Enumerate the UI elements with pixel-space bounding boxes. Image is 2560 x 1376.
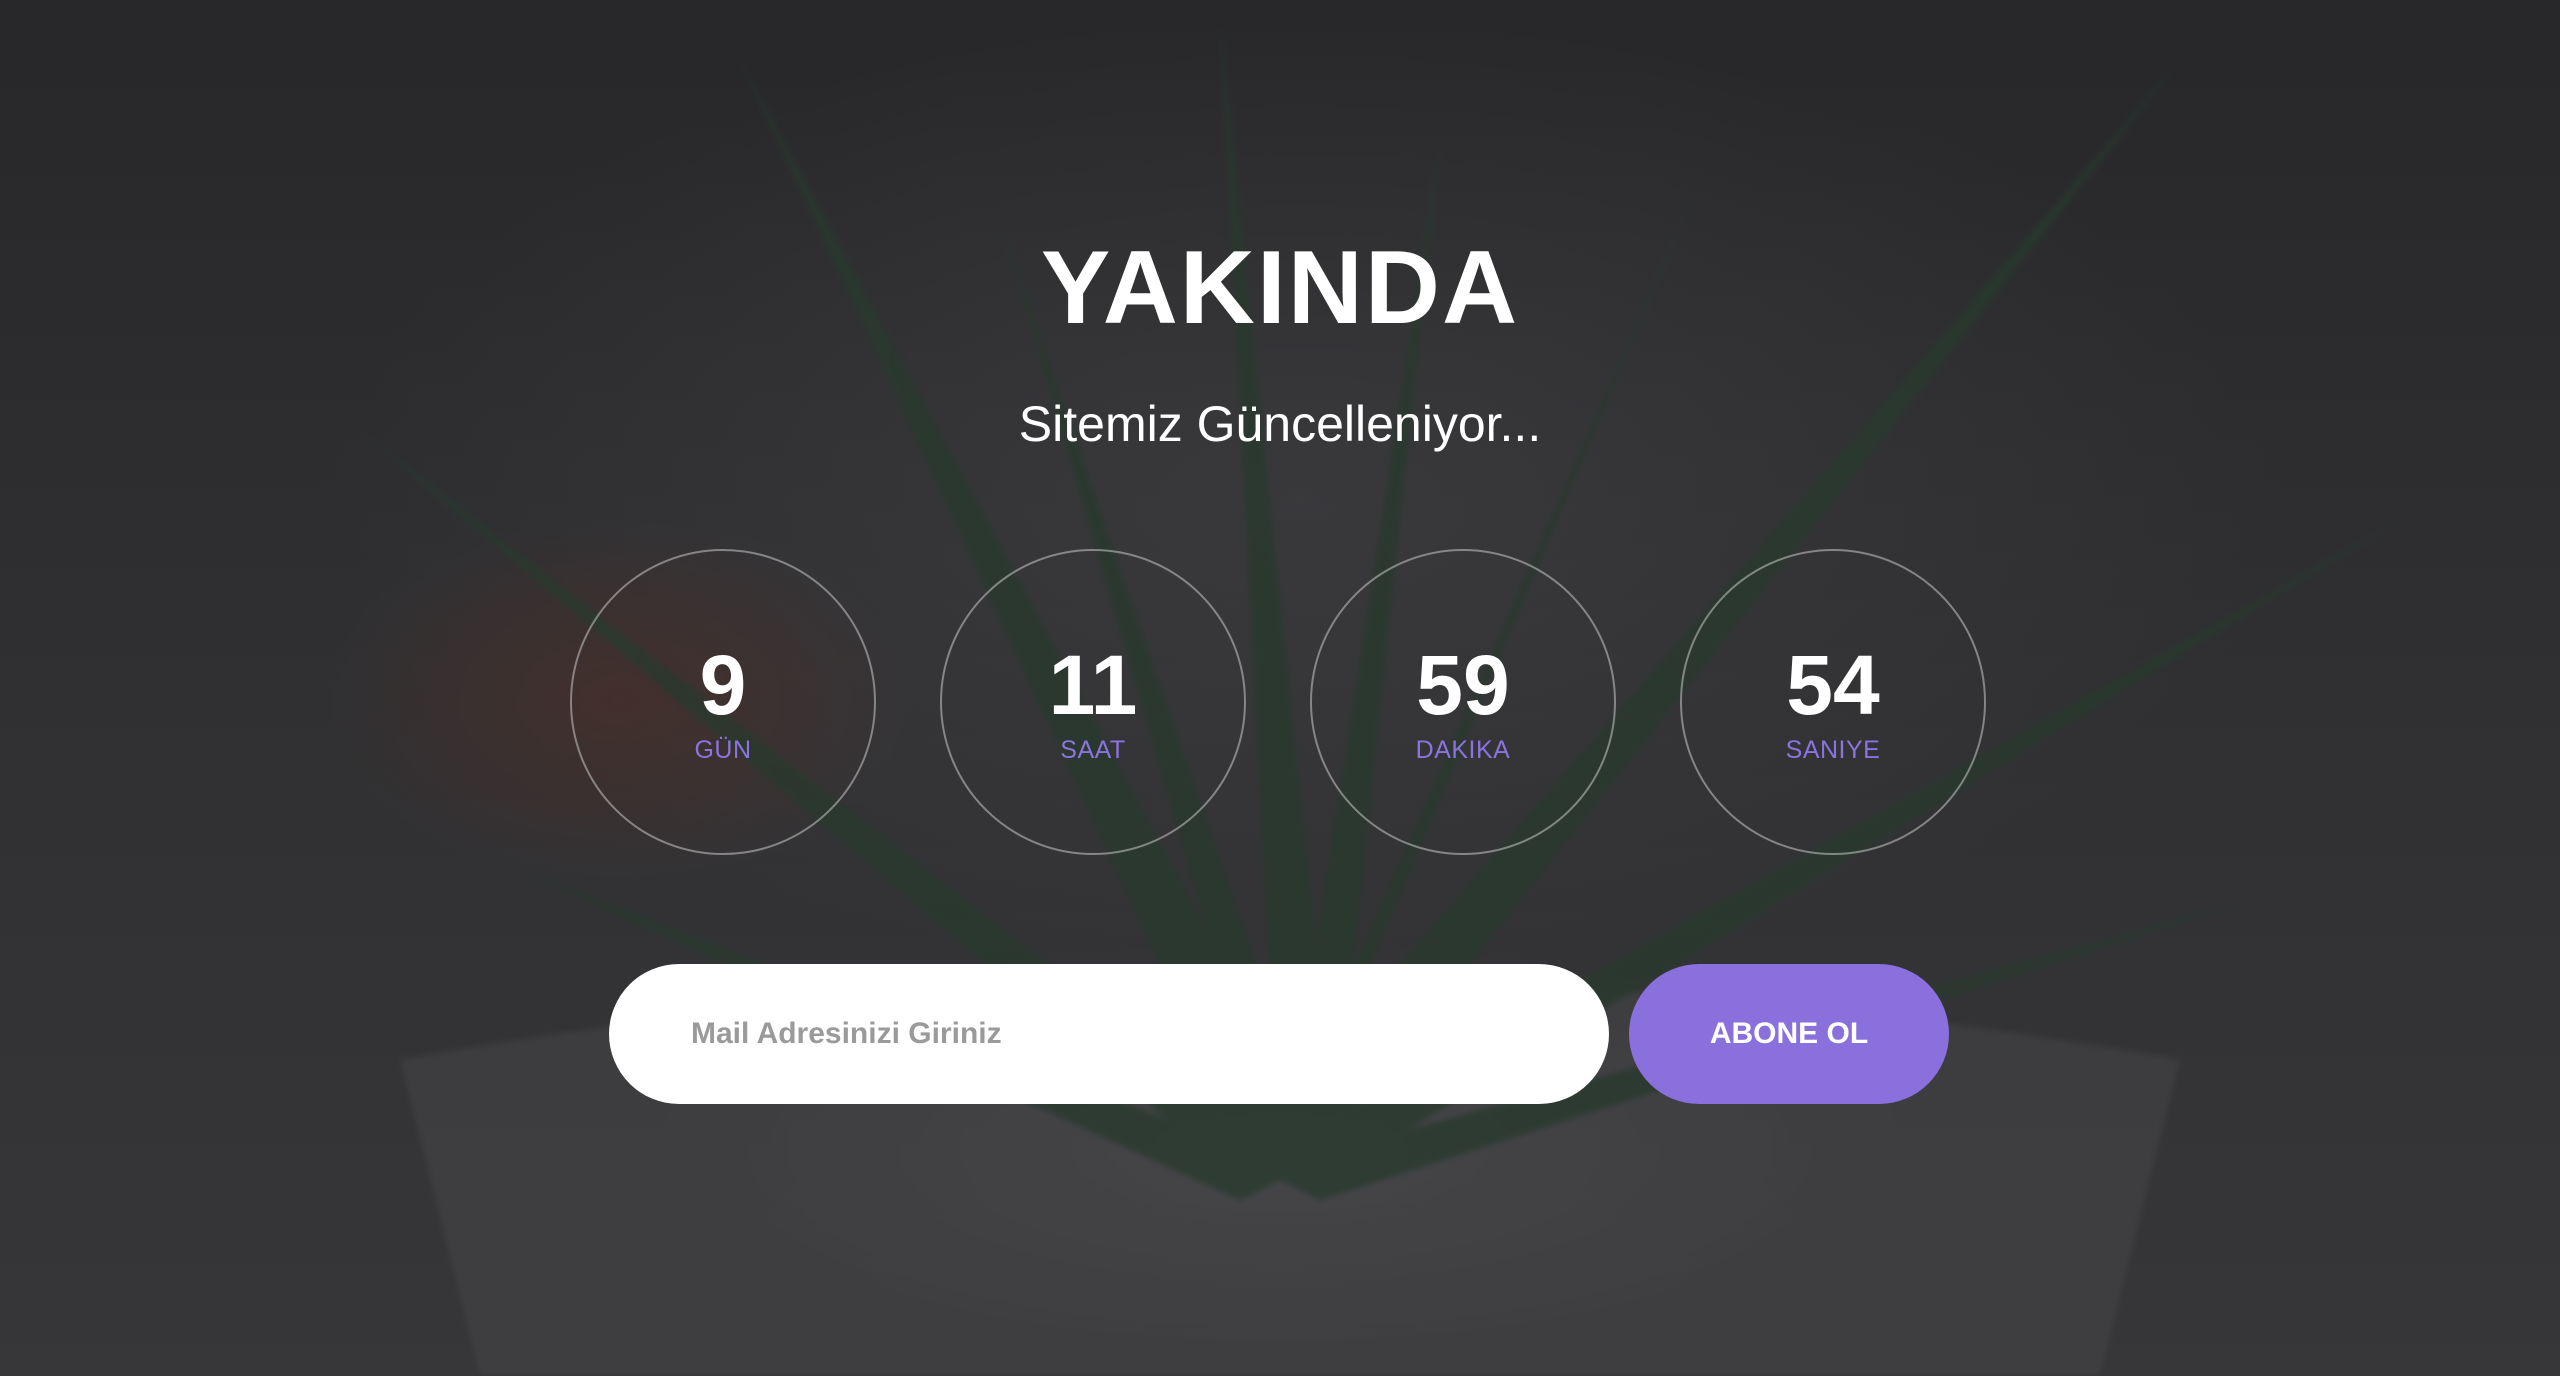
countdown-minutes: 59 DAKIKA [1310,549,1616,855]
subscribe-form: ABONE OL [609,964,1949,1104]
email-input[interactable] [609,964,1609,1104]
countdown-seconds-label: SANIYE [1785,736,1881,764]
coming-soon-page: YAKINDA Sitemiz Güncelleniyor... 9 GÜN 1… [0,0,2560,1376]
countdown-seconds-value: 54 [1786,638,1880,732]
countdown-hours: 11 SAAT [940,549,1246,855]
page-title: YAKINDA [1040,230,1520,346]
main-content: YAKINDA Sitemiz Güncelleniyor... 9 GÜN 1… [0,0,2560,1376]
countdown-days-value: 9 [699,638,747,732]
countdown-timer: 9 GÜN 11 SAAT 59 DAKIKA 54 SANIYE [570,549,1990,859]
page-subtitle: Sitemiz Güncelleniyor... [1018,396,1542,452]
subscribe-button[interactable]: ABONE OL [1629,964,1949,1104]
countdown-hours-value: 11 [1048,638,1138,732]
countdown-minutes-value: 59 [1416,638,1510,732]
countdown-seconds: 54 SANIYE [1680,549,1986,855]
countdown-days-label: GÜN [694,736,752,764]
countdown-hours-label: SAAT [1060,736,1126,764]
countdown-minutes-label: DAKIKA [1415,736,1511,764]
countdown-days: 9 GÜN [570,549,876,855]
